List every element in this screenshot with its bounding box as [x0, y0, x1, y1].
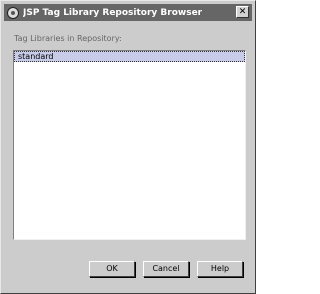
title-bar[interactable]: JSP Tag Library Repository Browser ✕: [4, 4, 252, 21]
list-label: Tag Libraries in Repository:: [14, 34, 122, 43]
tag-library-list[interactable]: standard: [13, 50, 246, 240]
help-button[interactable]: Help: [197, 261, 243, 277]
window-title: JSP Tag Library Repository Browser: [23, 7, 203, 18]
close-icon: ✕: [238, 6, 247, 17]
dialog-window: JSP Tag Library Repository Browser ✕ Tag…: [0, 0, 256, 294]
app-icon: [7, 6, 19, 19]
close-button[interactable]: ✕: [236, 6, 249, 18]
list-item[interactable]: standard: [14, 51, 245, 62]
ok-button[interactable]: OK: [89, 261, 135, 277]
cancel-button[interactable]: Cancel: [143, 261, 189, 277]
